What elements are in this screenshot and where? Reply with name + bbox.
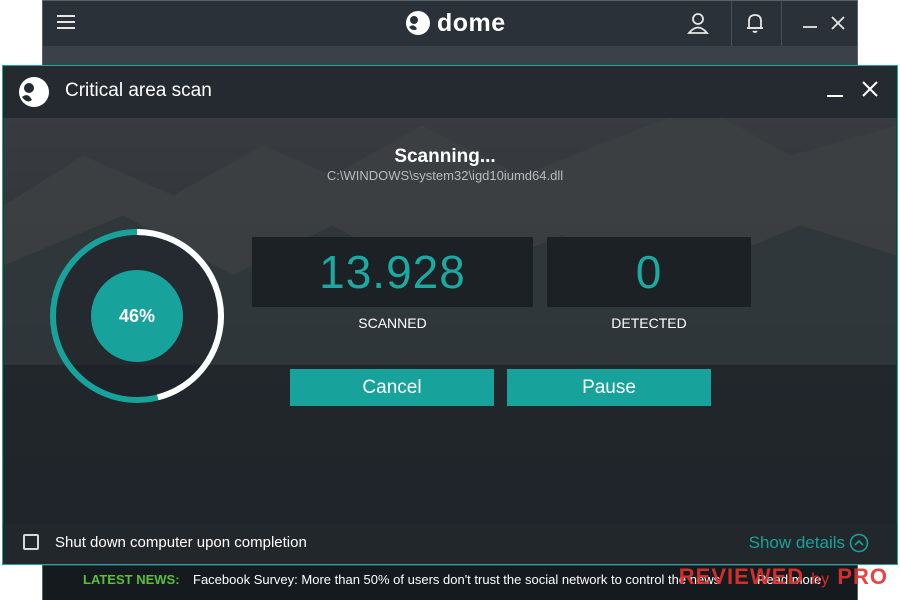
titlebar-separator [731,1,732,46]
detected-count: 0 [635,246,663,298]
news-label: LATEST NEWS: [83,572,180,587]
news-headline[interactable]: Facebook Survey: More than 50% of users … [193,572,720,587]
close-icon[interactable] [861,80,879,103]
scan-progress-ring: 46% [47,226,227,406]
panda-logo-icon [406,11,430,35]
scanned-count: 13.928 [319,246,466,298]
minimize-icon[interactable] [827,82,843,106]
detected-label: DETECTED [611,315,687,331]
scanned-label: SCANNED [358,315,427,331]
pause-button[interactable]: Pause [507,369,711,406]
dialog-title: Critical area scan [65,80,212,101]
close-icon[interactable] [831,13,845,37]
reviewedbypro-watermark: REVIEWED by PRO [679,564,888,590]
scanned-count-box: 13.928 [252,237,533,307]
show-details-link[interactable]: Show details [749,533,845,553]
shutdown-checkbox[interactable] [23,534,39,550]
dialog-footer: Shut down computer upon completion Show … [3,524,897,564]
main-app-titlebar: dome [43,1,857,46]
logo-text: dome [437,8,506,37]
shutdown-checkbox-label[interactable]: Shut down computer upon completion [55,534,307,551]
detected-count-box: 0 [547,237,751,307]
hamburger-menu-icon[interactable] [57,15,75,31]
watermark-pro: PRO [837,564,888,589]
progress-percent-label: 46% [118,305,156,326]
scanning-status: Scanning... [394,146,496,167]
watermark-reviewed: REVIEWED [678,564,805,589]
cancel-button[interactable]: Cancel [290,369,494,406]
panda-logo-icon [17,75,51,114]
watermark-by: by [811,571,831,588]
user-icon[interactable] [686,11,710,35]
chevron-up-circle-icon[interactable] [849,533,869,558]
titlebar-separator [781,1,782,46]
current-file-path: C:\WINDOWS\system32\igd10iumd64.dll [326,168,564,183]
bell-icon[interactable] [743,11,767,35]
dialog-titlebar: Critical area scan [3,66,897,118]
dome-logo: dome [405,7,506,39]
minimize-icon[interactable] [803,13,817,37]
scan-dialog: Critical area scan Scanning... C:\WINDOW… [2,65,898,565]
